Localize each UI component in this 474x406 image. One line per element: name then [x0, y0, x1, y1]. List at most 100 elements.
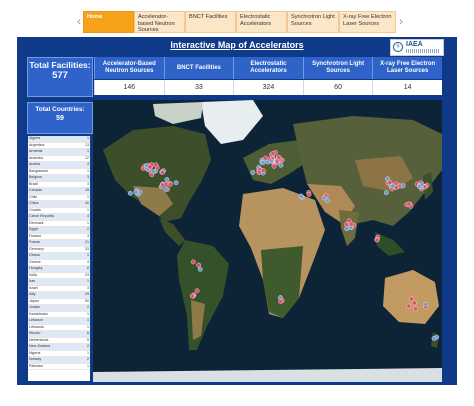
country-count: 2	[87, 305, 89, 309]
facility-marker[interactable]	[409, 296, 415, 302]
world-map[interactable]: © 2023 Mapbox © OpenStreetMap	[93, 100, 442, 382]
facility-marker[interactable]	[153, 162, 159, 168]
country-count: 29	[85, 292, 89, 296]
country-name: Hungary	[29, 266, 43, 270]
country-count: 1	[87, 149, 89, 153]
facility-marker[interactable]	[276, 154, 282, 160]
logo-text: IAEA	[406, 41, 423, 48]
facility-marker[interactable]	[344, 226, 350, 232]
facility-marker[interactable]	[197, 266, 203, 272]
facility-marker[interactable]	[348, 221, 354, 227]
country-list[interactable]: Algeria 1 Argentina 13 Armenia 1 Australia 12 Au…	[28, 136, 90, 381]
country-name: Kazakhstan	[29, 311, 48, 316]
tab-synchrotron-light-sources[interactable]: Synchrotron Light Sources	[287, 11, 339, 33]
tab-neutron-sources[interactable]: Accelerator-based Neutron Sources	[134, 11, 185, 33]
top-nav: ‹ Home Accelerator-based Neutron Sources…	[75, 8, 405, 34]
facility-marker[interactable]	[190, 259, 196, 265]
country-count: 21	[85, 240, 89, 244]
facility-marker[interactable]	[167, 181, 173, 187]
facility-marker[interactable]	[419, 182, 425, 187]
facility-marker[interactable]	[278, 299, 284, 304]
facility-marker[interactable]	[400, 183, 406, 189]
country-name: Iran	[29, 279, 36, 283]
facility-marker[interactable]	[406, 303, 412, 309]
country-count: 2	[87, 227, 89, 231]
facility-marker[interactable]	[374, 237, 380, 243]
chevron-right-icon[interactable]: ›	[397, 8, 405, 34]
facility-marker[interactable]	[133, 189, 139, 195]
facility-marker[interactable]	[306, 192, 312, 197]
facility-marker[interactable]	[423, 301, 429, 307]
chevron-left-icon[interactable]: ‹	[75, 8, 83, 34]
tab-home[interactable]: Home	[83, 11, 134, 33]
facility-marker[interactable]	[298, 193, 304, 199]
facility-marker[interactable]	[268, 158, 274, 164]
country-count: 4	[87, 162, 89, 166]
facility-marker[interactable]	[196, 262, 202, 268]
facility-marker[interactable]	[250, 170, 256, 175]
country-name: Finland	[29, 233, 41, 238]
tab-label: BNCT Facilities	[189, 14, 228, 20]
facility-marker[interactable]	[278, 162, 284, 168]
stats-values: 146 33 324 60 14	[94, 80, 442, 95]
facility-marker[interactable]	[260, 168, 266, 173]
total-facilities-label: Total Facilities:	[29, 60, 91, 70]
country-row[interactable]: Pakistan 1	[28, 364, 90, 370]
country-count: 1	[87, 220, 89, 225]
facility-marker[interactable]	[260, 160, 266, 165]
country-name: Croatia	[29, 207, 41, 212]
country-count: 3	[87, 285, 89, 290]
country-name: France	[29, 240, 41, 244]
country-name: Jordan	[29, 305, 40, 309]
facility-marker[interactable]	[411, 300, 417, 306]
country-name: Brazil	[29, 181, 38, 186]
facility-marker[interactable]	[385, 176, 390, 182]
country-name: Bangladesh	[29, 168, 48, 173]
facility-marker[interactable]	[194, 288, 200, 294]
country-name: Canada	[29, 188, 42, 192]
country-name: Egypt	[29, 227, 39, 231]
facility-marker[interactable]	[150, 169, 156, 175]
country-count: 3	[87, 175, 89, 179]
facility-marker[interactable]	[160, 170, 165, 175]
country-name: Mexico	[29, 331, 41, 335]
stat-label-xfel: X-ray Free Electron Laser Sources	[372, 57, 442, 79]
country-name: Israel	[29, 285, 38, 290]
country-count: 6	[87, 331, 89, 335]
facility-marker[interactable]	[164, 177, 170, 182]
facility-marker[interactable]	[127, 190, 133, 196]
tab-electrostatic-accelerators[interactable]: Electrostatic Accelerators	[236, 11, 287, 33]
facility-marker[interactable]	[190, 293, 195, 299]
facility-marker[interactable]	[321, 195, 327, 201]
country-name: Norway	[29, 357, 42, 361]
country-name: Japan	[29, 298, 39, 303]
facility-marker[interactable]	[383, 190, 389, 196]
stat-value-xfel: 14	[372, 80, 442, 95]
country-name: Australia	[29, 155, 43, 160]
country-count: 4	[87, 259, 89, 264]
facility-marker[interactable]	[160, 182, 166, 188]
facility-marker[interactable]	[390, 183, 396, 189]
country-name: Netherlands	[29, 337, 49, 342]
facility-marker[interactable]	[270, 151, 276, 156]
stat-label-bnct: BNCT Facilities	[163, 57, 234, 79]
country-count: 1	[87, 350, 89, 355]
facility-marker[interactable]	[344, 222, 350, 228]
facility-marker[interactable]	[413, 306, 418, 312]
tab-xfel-sources[interactable]: X-ray Free Electron Laser Sources	[339, 11, 396, 33]
facility-marker[interactable]	[147, 164, 153, 170]
tab-label: Accelerator-based Neutron Sources	[138, 14, 175, 34]
country-count: 3	[87, 181, 89, 186]
tab-label: Synchrotron Light Sources	[291, 14, 335, 27]
country-name: Lebanon	[29, 318, 43, 322]
country-count: 23	[85, 272, 89, 277]
facility-marker[interactable]	[271, 163, 277, 169]
facility-marker[interactable]	[173, 180, 179, 186]
country-count: 50	[85, 298, 89, 303]
facility-marker[interactable]	[431, 335, 437, 341]
facility-marker[interactable]	[163, 186, 169, 192]
stat-value-synchrotron: 60	[302, 80, 373, 95]
tab-label: X-ray Free Electron Laser Sources	[343, 14, 392, 27]
tab-bnct-facilities[interactable]: BNCT Facilities	[185, 11, 236, 33]
facility-marker[interactable]	[406, 201, 412, 207]
